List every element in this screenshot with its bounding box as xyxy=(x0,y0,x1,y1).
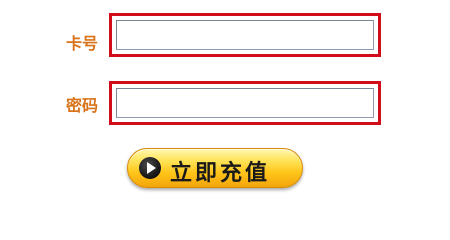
password-label: 密码 xyxy=(66,96,99,115)
card-number-input[interactable] xyxy=(116,20,374,50)
card-number-highlight-frame xyxy=(109,13,381,57)
recharge-now-button[interactable]: 立即充值 xyxy=(127,148,303,188)
recharge-now-button-label: 立即充值 xyxy=(170,161,271,186)
play-icon xyxy=(139,157,161,179)
password-input[interactable] xyxy=(116,88,374,118)
password-highlight-frame xyxy=(109,81,381,125)
card-number-label: 卡号 xyxy=(66,34,99,53)
